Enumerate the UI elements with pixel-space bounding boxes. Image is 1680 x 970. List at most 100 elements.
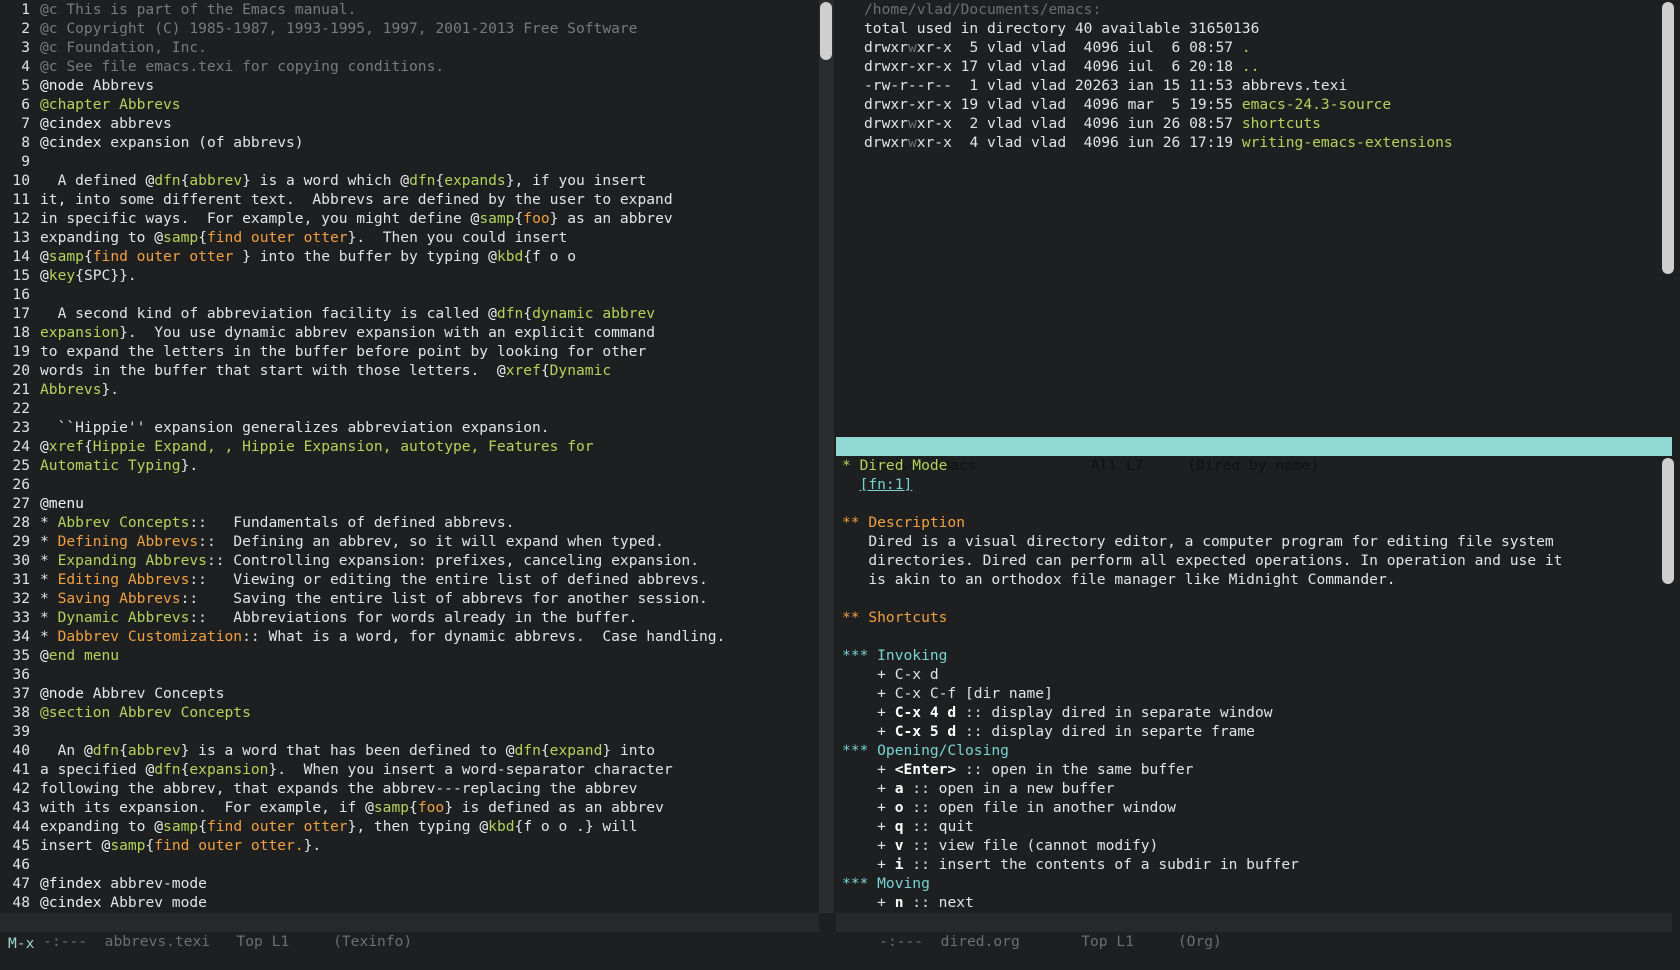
- left-line: 42 following the abbrev, that expands the…: [4, 779, 816, 798]
- org-line: is akin to an orthodox file manager like…: [836, 570, 1656, 589]
- texinfo-modeline[interactable]: -:--- abbrevs.texi Top L1 (Texinfo): [0, 913, 819, 950]
- dired-text-segment: xr-x 4 vlad vlad 4096 iun 26 17:19: [916, 134, 1242, 151]
- left-text-segment: :: Abbreviations for words already in th…: [189, 609, 638, 626]
- left-text-segment: dfn: [154, 761, 181, 778]
- left-line: 40 An @dfn{abbrev} is a word that has be…: [4, 741, 816, 760]
- org-text-segment: :: next: [903, 894, 974, 911]
- org-text-segment: :: view file (cannot modify): [903, 837, 1159, 854]
- dired-scrollbar-thumb[interactable]: [1662, 2, 1674, 274]
- org-line: [fn:1]: [836, 475, 1656, 494]
- line-number: 47: [12, 875, 30, 892]
- left-text-segment: }.: [101, 381, 120, 398]
- org-line: [836, 589, 1656, 608]
- texinfo-buffer-window[interactable]: 1 @c This is part of the Emacs manual. 2 @c…: [4, 0, 816, 912]
- left-line: 36: [4, 665, 816, 684]
- left-text-segment: :: What is a word, for dynamic abbrevs. …: [242, 628, 726, 645]
- line-number: 16: [12, 286, 30, 303]
- left-text-segment: expanding to: [40, 229, 155, 246]
- org-line: ** Description: [836, 513, 1656, 532]
- org-buffer-window[interactable]: * Dired Mode [fn:1] ** Description Dired …: [836, 456, 1656, 913]
- left-line: 48 @cindex Abbrev mode: [4, 893, 816, 912]
- left-text-segment: expansion: [189, 761, 269, 778]
- left-text-segment: samp: [163, 229, 199, 246]
- line-number: 46: [12, 856, 30, 873]
- dired-buffer-window[interactable]: /home/vlad/Documents/emacs: total used in…: [836, 0, 1656, 435]
- window-divider[interactable]: [819, 0, 834, 913]
- line-number: 33: [12, 609, 30, 626]
- left-text-segment: *: [40, 609, 58, 626]
- org-text-segment: i: [894, 856, 904, 873]
- left-text-segment: @c See file emacs.texi for copying condi…: [40, 58, 445, 75]
- left-text-segment: Dabbrev Customization: [57, 628, 243, 645]
- left-text-segment: samp: [373, 799, 410, 816]
- left-text-segment: foo: [417, 799, 445, 816]
- left-line: 33 * Dynamic Abbrevs:: Abbreviations for …: [4, 608, 816, 627]
- dired-text-segment: drwxr-xr-x 19 vlad vlad 4096 mar 5 19:55: [864, 96, 1242, 113]
- left-text-segment: } into: [602, 742, 656, 759]
- left-text-segment: } is a word which: [242, 172, 401, 189]
- left-text-segment: Expanding Abbrevs: [57, 552, 207, 569]
- left-text-segment: samp: [48, 248, 84, 265]
- line-number: 44: [12, 818, 30, 835]
- left-text-segment: find outer otter: [206, 229, 348, 246]
- left-line: 13 expanding to @samp{find outer otter}. …: [4, 228, 816, 247]
- org-line: + C-x 5 d :: display dired in separte fr…: [836, 722, 1656, 741]
- dired-line: drwxr-xr-x 19 vlad vlad 4096 mar 5 19:55…: [836, 95, 1656, 114]
- left-line: 6 @chapter Abbrevs: [4, 95, 816, 114]
- left-line: 32 * Saving Abbrevs:: Saving the entire l…: [4, 589, 816, 608]
- left-text-segment: to expand the letters in the buffer befo…: [40, 343, 647, 360]
- left-text-segment: }, if you insert: [505, 172, 647, 189]
- org-text-segment: +: [842, 761, 895, 778]
- left-text-segment: samp: [479, 210, 515, 227]
- line-number: 9: [21, 153, 30, 170]
- line-number: 17: [12, 305, 30, 322]
- dired-text-segment: drwxr: [864, 39, 908, 56]
- minibuffer-prompt: M-x: [8, 935, 35, 952]
- left-scrollbar-thumb[interactable]: [820, 2, 832, 60]
- dired-line: total used in directory 40 available 316…: [836, 19, 1656, 38]
- org-text-segment: v: [894, 837, 904, 854]
- org-line: Dired is a visual directory editor, a co…: [836, 532, 1656, 551]
- left-line: 18 expansion}. You use dynamic abbrev exp…: [4, 323, 816, 342]
- org-line: [836, 627, 1656, 646]
- line-number: 43: [12, 799, 30, 816]
- left-text-segment: @menu: [40, 495, 84, 512]
- left-text-segment: {: [119, 742, 128, 759]
- org-scrollbar-thumb[interactable]: [1662, 458, 1674, 584]
- left-text-segment: :: Fundamentals of defined abbrevs.: [189, 514, 515, 531]
- left-text-segment: dfn: [154, 172, 181, 189]
- left-line: 44 expanding to @samp{find outer otter}, …: [4, 817, 816, 836]
- dired-text-segment: w: [907, 115, 917, 132]
- org-line: *** Opening/Closing: [836, 741, 1656, 760]
- org-text-segment: :: quit: [903, 818, 974, 835]
- left-text-segment: dfn: [514, 742, 541, 759]
- left-text-segment: {: [523, 305, 533, 322]
- org-text-segment: +: [842, 704, 895, 721]
- left-text-segment: @findex: [40, 875, 111, 892]
- org-line: + n :: next: [836, 893, 1656, 912]
- line-number: 6: [21, 96, 30, 113]
- org-modeline[interactable]: -:--- dired.org Top L1 (Org): [836, 913, 1672, 950]
- left-text-segment: @chapter Abbrevs: [40, 96, 181, 113]
- left-text-segment: find outer otter.: [154, 837, 304, 854]
- dired-text-segment: xr-x 2 vlad vlad 4096 iun 26 08:57: [916, 115, 1242, 132]
- left-text-segment: A defined: [40, 172, 146, 189]
- dired-modeline[interactable]: U:%%- emacs All L7 (Dired by name): [836, 437, 1672, 474]
- left-text-segment: Abbrev Concepts: [57, 514, 190, 531]
- dired-text-segment: drwxr: [864, 115, 908, 132]
- line-number: 14: [12, 248, 30, 265]
- minibuffer[interactable]: M-x: [8, 934, 34, 954]
- dired-text-segment: total used in directory 40 available 316…: [864, 20, 1260, 37]
- left-text-segment: find outer otter: [206, 818, 348, 835]
- org-line: *** Moving: [836, 874, 1656, 893]
- dired-line: drwxrwxr-x 5 vlad vlad 4096 iul 6 08:57 …: [836, 38, 1656, 57]
- dired-text-segment: w: [907, 134, 917, 151]
- left-text-segment: {: [514, 210, 524, 227]
- org-modeline-text: -:--- dired.org Top L1 (Org): [879, 933, 1222, 950]
- org-text-segment: [842, 476, 860, 493]
- line-number: 10: [12, 172, 30, 189]
- left-line: 41 a specified @dfn{expansion}. When you …: [4, 760, 816, 779]
- org-text-segment: Dired is a visual directory editor, a co…: [842, 533, 1554, 550]
- line-number: 28: [12, 514, 30, 531]
- left-line: 17 A second kind of abbreviation facilit…: [4, 304, 816, 323]
